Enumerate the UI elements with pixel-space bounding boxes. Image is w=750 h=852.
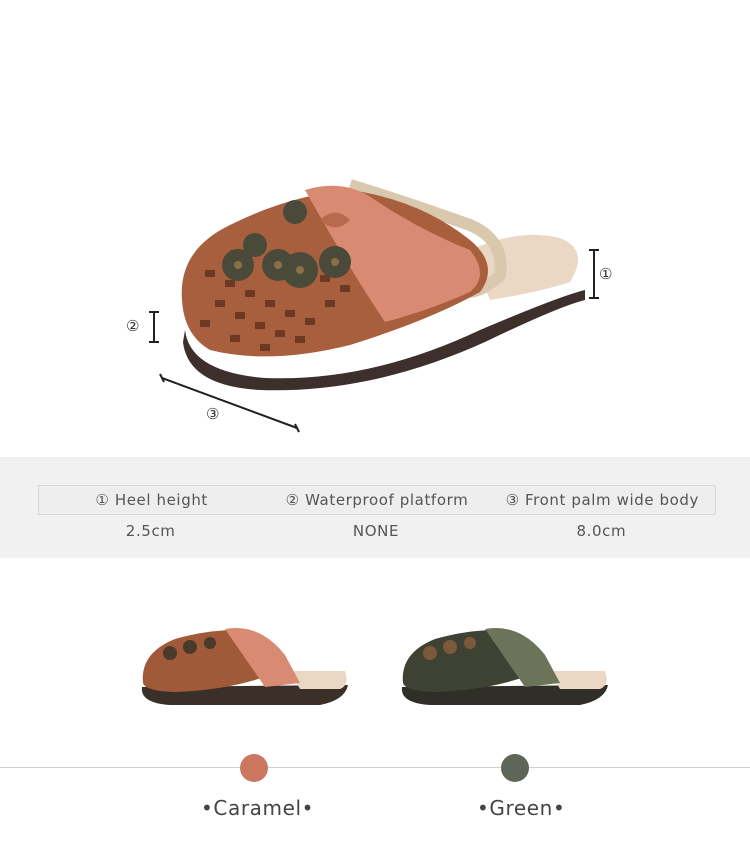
spec-value-row: 2.5cm NONE 8.0cm bbox=[38, 519, 714, 543]
color-variant-images bbox=[141, 628, 608, 705]
green-color-swatch[interactable] bbox=[501, 754, 529, 782]
green-color-label: •Green• bbox=[477, 796, 566, 820]
caramel-color-swatch[interactable] bbox=[240, 754, 268, 782]
product-hero-image: ① ② ③ bbox=[0, 0, 750, 456]
color-divider-line bbox=[0, 767, 750, 768]
spec-header-waterproof-platform: ② Waterproof platform bbox=[285, 491, 469, 509]
green-slipper-image bbox=[401, 628, 608, 705]
spec-table: ① Heel height ② Waterproof platform ③ Fr… bbox=[0, 457, 750, 558]
spec-value-waterproof-platform: NONE bbox=[352, 522, 400, 540]
caramel-slipper-image bbox=[141, 628, 348, 705]
dimension-marker-1: ① bbox=[599, 265, 613, 283]
dimension-marker-2: ② bbox=[126, 317, 140, 335]
spec-value-front-width: 8.0cm bbox=[576, 522, 627, 540]
slipper-illustration bbox=[149, 179, 599, 433]
caramel-color-label: •Caramel• bbox=[201, 796, 315, 820]
dimension-marker-3: ③ bbox=[206, 405, 220, 423]
spec-header-front-width: ③ Front palm wide body bbox=[505, 491, 700, 509]
spec-header-heel-height: ① Heel height bbox=[95, 491, 208, 509]
spec-value-heel-height: 2.5cm bbox=[125, 522, 176, 540]
spec-header-row: ① Heel height ② Waterproof platform ③ Fr… bbox=[38, 485, 716, 515]
